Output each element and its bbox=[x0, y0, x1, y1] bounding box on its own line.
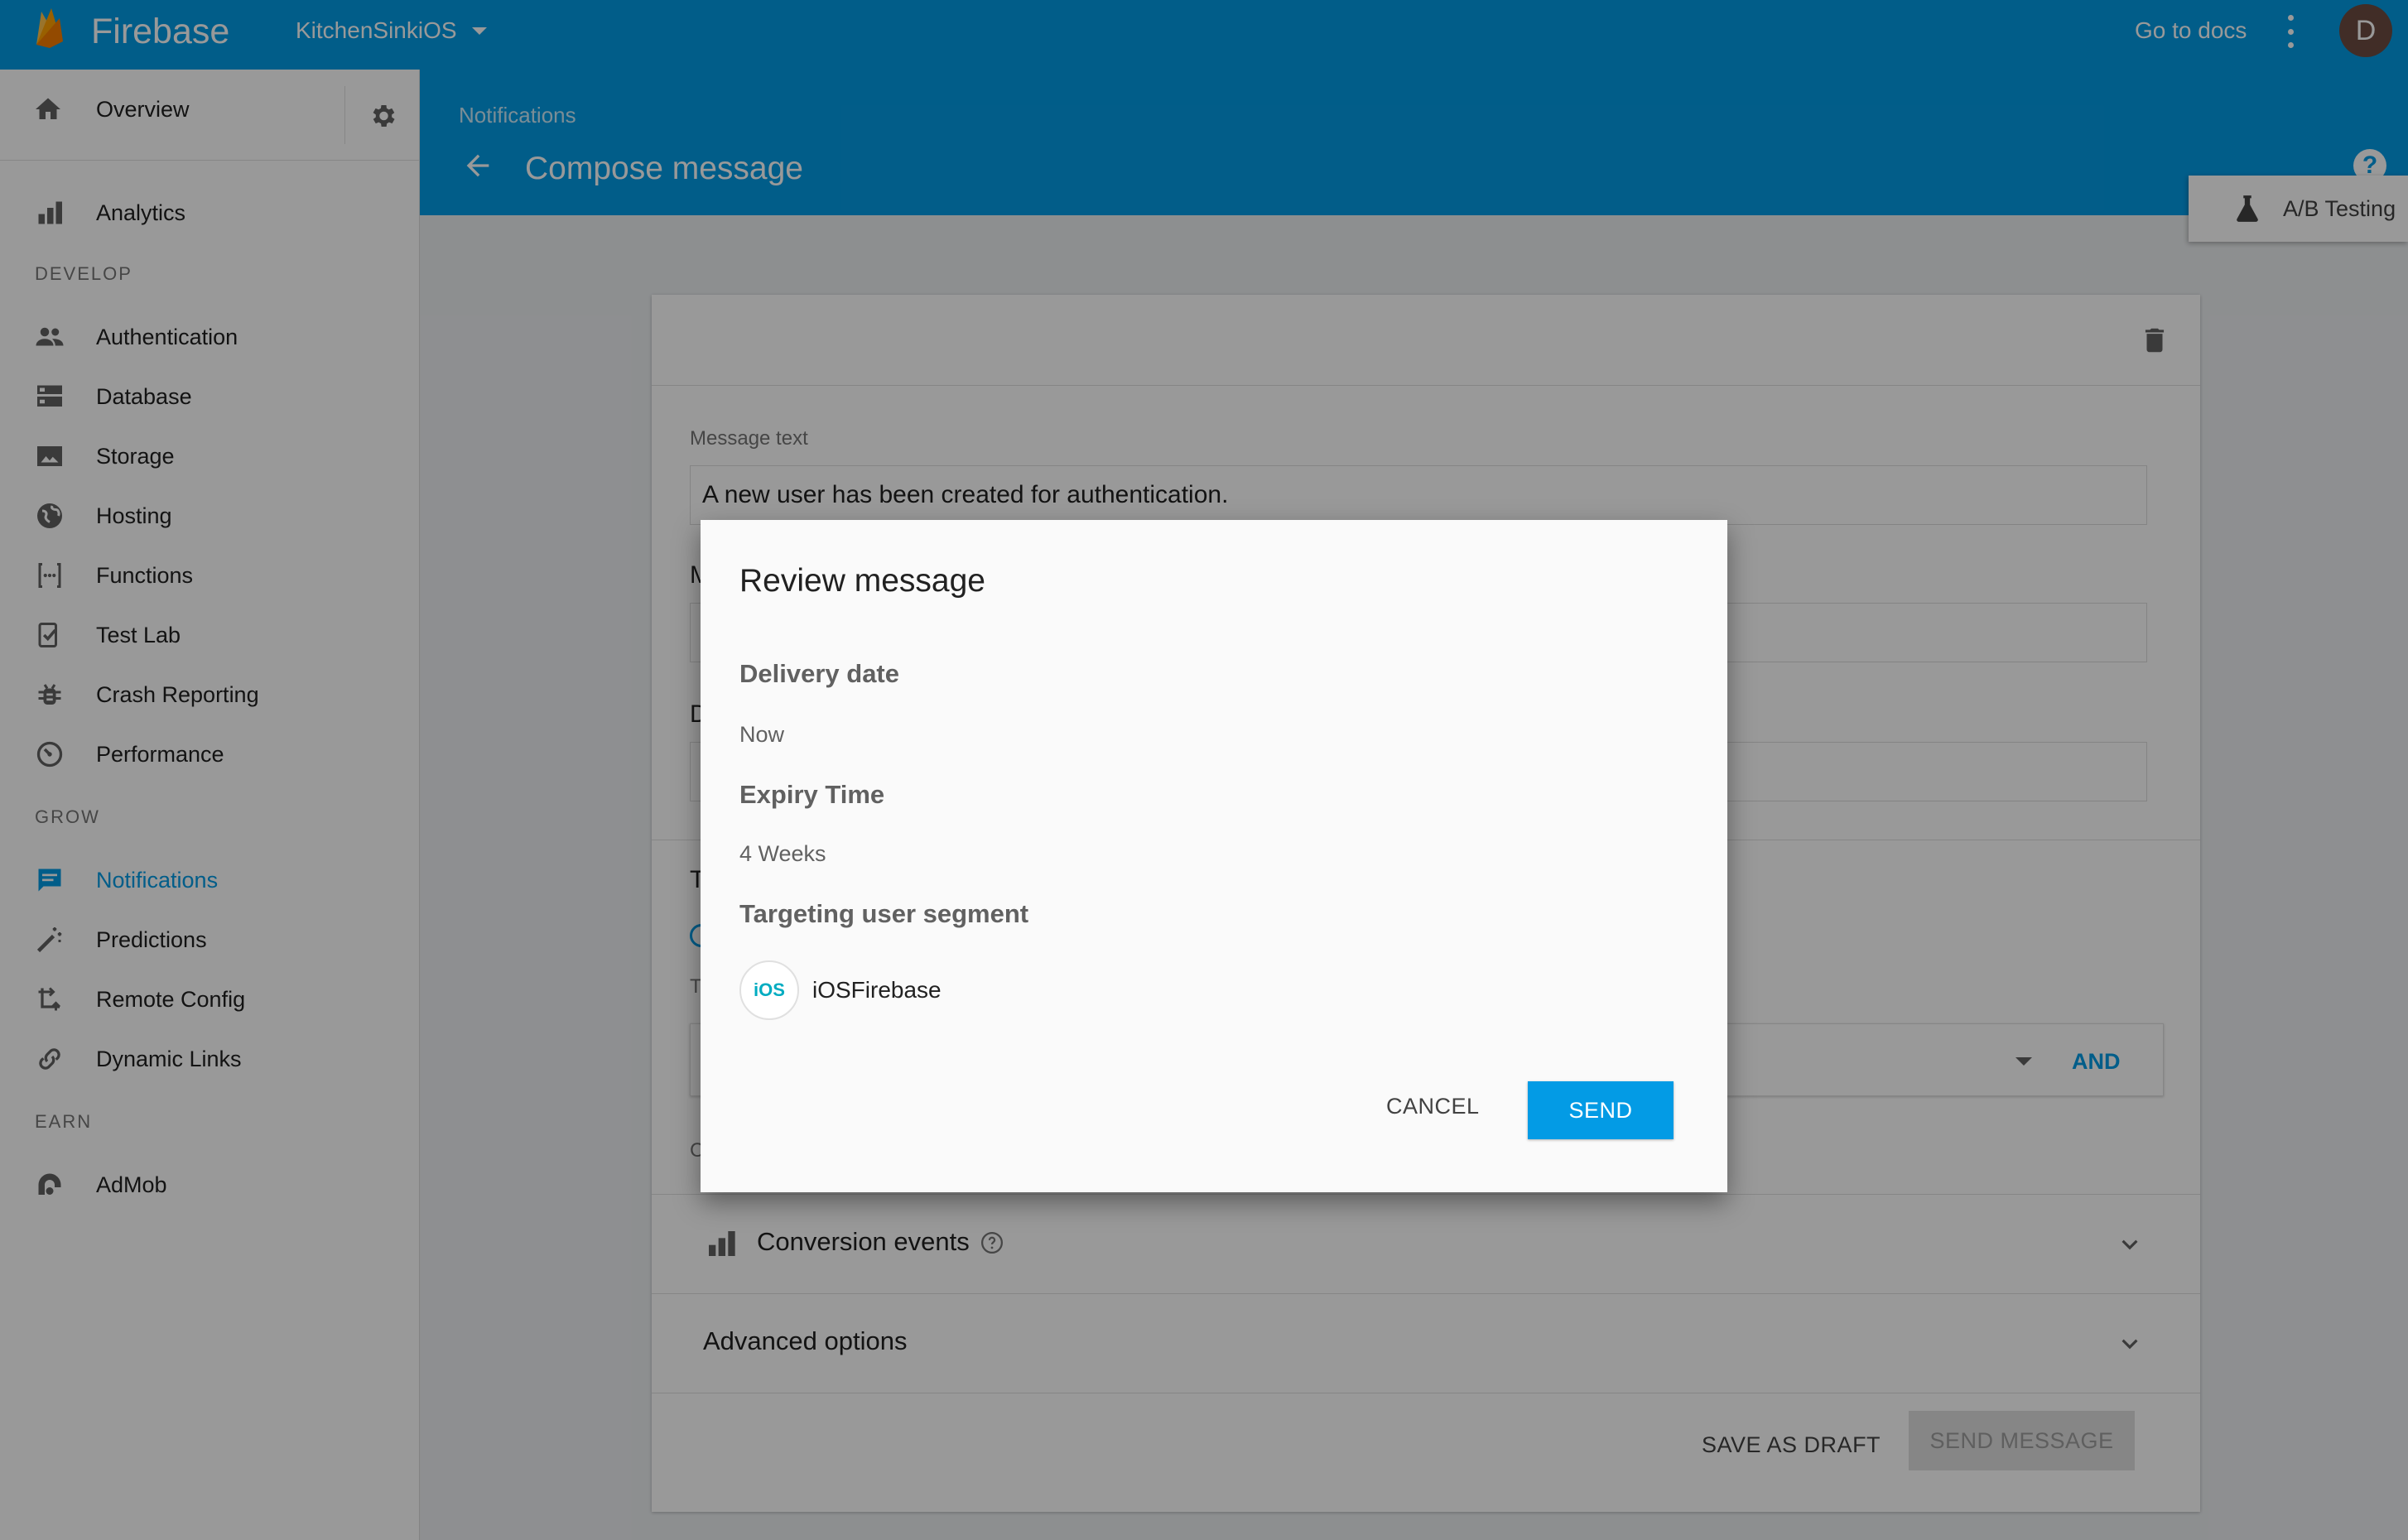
expiry-time-value: 4 Weeks bbox=[739, 841, 826, 866]
segment-app-name: iOSFirebase bbox=[812, 977, 942, 1003]
delivery-date-value: Now bbox=[739, 722, 785, 747]
cancel-button[interactable]: CANCEL bbox=[1370, 1081, 1496, 1131]
delivery-date-heading: Delivery date bbox=[739, 659, 899, 688]
targeting-segment-heading: Targeting user segment bbox=[739, 899, 1029, 928]
ios-app-icon: iOS bbox=[739, 960, 799, 1020]
expiry-time-heading: Expiry Time bbox=[739, 780, 885, 809]
review-message-dialog: Review message Delivery date Now Expiry … bbox=[701, 520, 1727, 1192]
dialog-title: Review message bbox=[739, 563, 985, 599]
send-button[interactable]: SEND bbox=[1528, 1081, 1674, 1139]
